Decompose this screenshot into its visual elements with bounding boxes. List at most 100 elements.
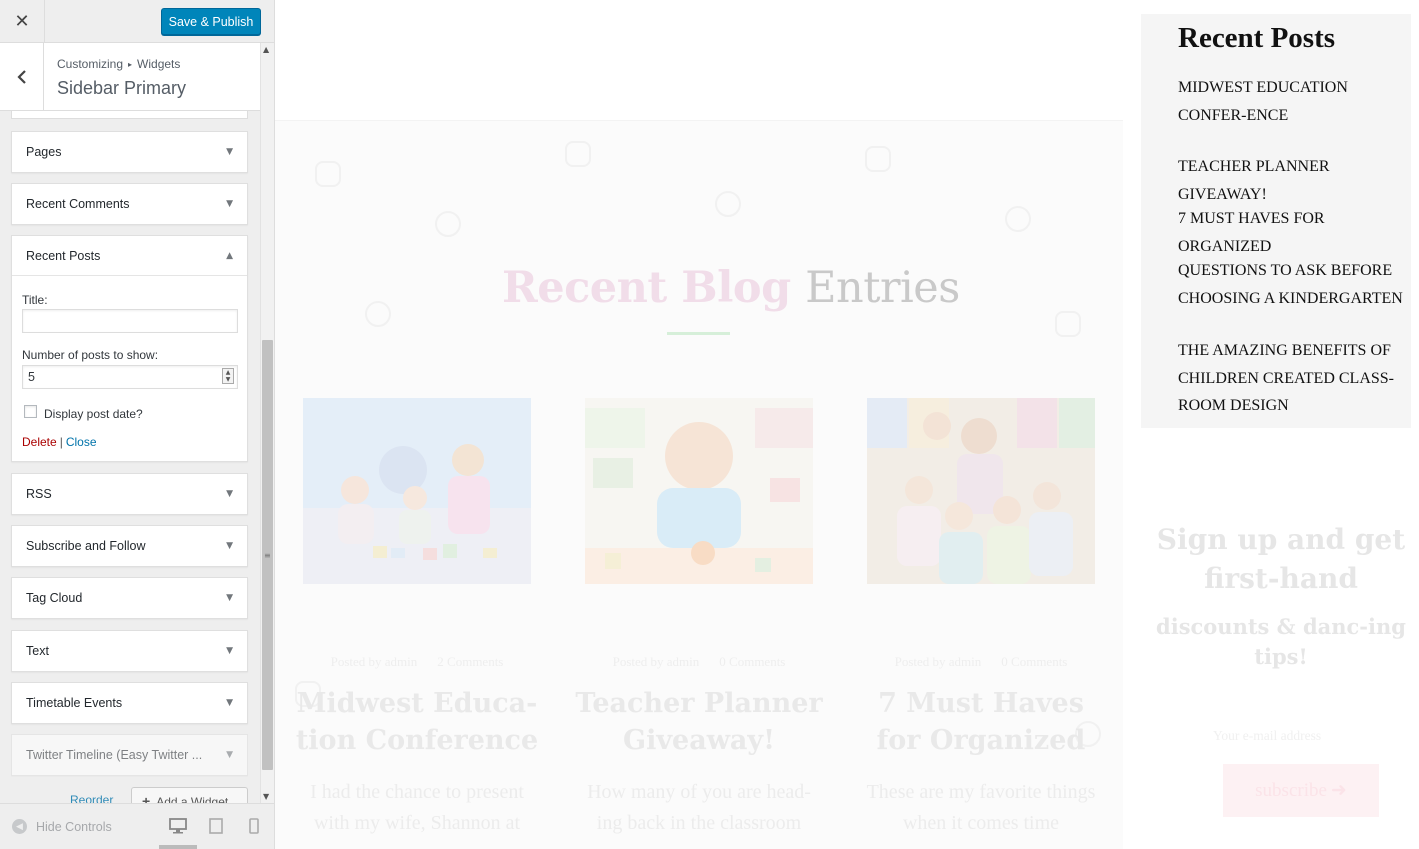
doodle-pattern: [315, 161, 341, 187]
widget-title: Timetable Events: [26, 696, 123, 710]
display-date-label: Display post date?: [44, 407, 143, 421]
recent-post-link[interactable]: QUESTIONS TO ASK BEFORE CHOOSING A KINDE…: [1178, 257, 1418, 312]
widget-control-links: Delete | Close: [22, 435, 97, 449]
post-title[interactable]: Teacher Planner Giveaway!: [575, 685, 823, 759]
post-image-teacher-with-children: [867, 398, 1095, 584]
hide-controls-button[interactable]: ◀ Hide Controls: [12, 819, 112, 834]
expand-arrow-icon[interactable]: ▼: [226, 541, 233, 551]
post-title[interactable]: Midwest Educa-tion Conference: [293, 685, 541, 759]
widget-twitter-timeline[interactable]: Twitter Timeline (Easy Twitter ... ▼: [11, 734, 248, 776]
widget-title: RSS: [26, 487, 52, 501]
recent-post-link[interactable]: 7 MUST HAVES FOR ORGANIZED: [1178, 205, 1418, 260]
title-field[interactable]: [22, 309, 238, 333]
section-title-bar: Customizing ▸ Widgets Sidebar Primary: [0, 43, 260, 111]
doodle-pattern: [1005, 206, 1031, 232]
tablet-preview-button[interactable]: [206, 818, 226, 834]
customizer-panel: ✕ Save & Publish Customizing ▸ Widgets Sid…: [0, 0, 275, 849]
expand-arrow-icon[interactable]: ▼: [226, 489, 233, 499]
widget-list: Pages ▼ Recent Comments ▼ Recent Posts ▲…: [0, 111, 260, 803]
post-title[interactable]: 7 Must Haves for Organized: [857, 685, 1105, 759]
post-meta: Posted by admin 0 Comments: [867, 654, 1095, 670]
mobile-icon: [249, 818, 259, 834]
recent-post-link[interactable]: THE AMAZING BENEFITS OF CHILDREN CREATED…: [1178, 337, 1418, 420]
recent-post-link[interactable]: TEACHER PLANNER GIVEAWAY!: [1178, 153, 1418, 208]
widget-text[interactable]: Text ▼: [11, 630, 248, 672]
signup-subtitle: discounts & danc-ing tips!: [1156, 614, 1406, 669]
blog-post-card[interactable]: Posted by admin 0 Comments 7 Must Haves f…: [867, 398, 1095, 834]
panel-scrollbar[interactable]: ▲ ≡ ▼: [260, 43, 274, 803]
expand-arrow-icon[interactable]: ▼: [226, 147, 233, 157]
post-meta: Posted by admin 2 Comments: [303, 654, 531, 670]
widget-subscribe-follow[interactable]: Subscribe and Follow ▼: [11, 525, 248, 567]
post-excerpt: I had the chance to present with my wife…: [310, 781, 524, 834]
tablet-icon: [209, 818, 223, 834]
post-comments[interactable]: 2 Comments: [437, 654, 503, 669]
display-date-checkbox[interactable]: [24, 405, 37, 418]
post-author[interactable]: Posted by admin: [613, 654, 700, 669]
expand-arrow-icon[interactable]: ▼: [226, 750, 233, 760]
arrow-right-icon: ➜: [1330, 780, 1347, 801]
widget-recent-posts-header[interactable]: Recent Posts ▲: [12, 236, 247, 276]
post-author[interactable]: Posted by admin: [331, 654, 418, 669]
title-field-label: Title:: [22, 293, 48, 307]
expand-arrow-icon[interactable]: ▼: [226, 646, 233, 656]
widget-title: Text: [26, 644, 49, 658]
post-author[interactable]: Posted by admin: [895, 654, 982, 669]
scrollbar-thumb[interactable]: ≡: [262, 340, 273, 770]
expand-arrow-icon[interactable]: ▼: [226, 593, 233, 603]
link-separator: |: [59, 435, 63, 449]
post-thumbnail[interactable]: [867, 398, 1095, 584]
post-meta: Posted by admin 0 Comments: [585, 654, 813, 670]
widget-title: Recent Posts: [26, 249, 101, 263]
post-comments[interactable]: 0 Comments: [1001, 654, 1067, 669]
desktop-preview-button[interactable]: [168, 818, 188, 834]
spinner-arrows-icon[interactable]: ▲ ▼: [222, 368, 234, 384]
scroll-up-arrow-icon[interactable]: ▲: [263, 45, 269, 54]
scroll-grip-icon: ≡: [264, 551, 271, 560]
widget-rss[interactable]: RSS ▼: [11, 473, 248, 515]
post-count-stepper[interactable]: ▲▼: [22, 365, 238, 389]
hide-controls-label: Hide Controls: [36, 819, 112, 834]
post-count-field[interactable]: [22, 365, 238, 389]
post-comments[interactable]: 0 Comments: [719, 654, 785, 669]
blog-section-heading: Recent Blog Entries: [502, 263, 960, 313]
widget-recent-posts: Recent Posts ▲ Title: Number of posts to…: [11, 235, 248, 462]
doodle-pattern: [1055, 311, 1081, 337]
delete-link[interactable]: Delete: [22, 435, 57, 449]
blog-post-card[interactable]: Posted by admin 2 Comments Midwest Educa-…: [296, 398, 538, 834]
widget-timetable-events[interactable]: Timetable Events ▼: [11, 682, 248, 724]
widget-title: Subscribe and Follow: [26, 539, 146, 553]
post-excerpt: How many of you are head-ing back in the…: [587, 781, 811, 834]
widget-pages[interactable]: Pages ▼: [11, 131, 248, 173]
expand-arrow-icon[interactable]: ▼: [226, 199, 233, 209]
collapse-arrow-icon: ◀: [12, 819, 27, 834]
close-link[interactable]: Close: [66, 435, 97, 449]
doodle-pattern: [435, 211, 461, 237]
back-button[interactable]: [0, 43, 44, 110]
signup-email-input[interactable]: Your e-mail address: [1213, 728, 1321, 744]
widget-tag-cloud[interactable]: Tag Cloud ▼: [11, 577, 248, 619]
scroll-down-arrow-icon[interactable]: ▼: [263, 792, 269, 801]
subscribe-button[interactable]: subscribe ➜: [1223, 764, 1379, 817]
post-count-label: Number of posts to show:: [22, 348, 159, 362]
post-thumbnail[interactable]: [303, 398, 531, 584]
widget-recent-comments[interactable]: Recent Comments ▼: [11, 183, 248, 225]
recent-post-link[interactable]: MIDWEST EDUCATION CONFER-ENCE: [1178, 74, 1418, 129]
post-thumbnail[interactable]: [585, 398, 813, 584]
site-preview: Recent Blog Entries Posted by admin 2 Co…: [275, 0, 1419, 849]
recent-posts-widget-preview: Recent Posts MIDWEST EDUCATION CONFER-EN…: [1141, 14, 1411, 428]
breadcrumb-separator: ▸: [128, 60, 133, 69]
widget-recent-posts-form: Title: Number of posts to show: ▲▼ Displ…: [12, 276, 247, 461]
mobile-preview-button[interactable]: [244, 818, 264, 834]
collapse-arrow-icon[interactable]: ▲: [226, 251, 233, 261]
breadcrumb-item-widgets: Widgets: [137, 57, 181, 71]
doodle-pattern: [365, 301, 391, 327]
customizer-footer: ◀ Hide Controls: [0, 803, 274, 849]
widget-actions: Reorder + Add a Widget: [0, 787, 260, 809]
widget-title: Pages: [26, 145, 62, 159]
save-publish-button[interactable]: Save & Publish: [161, 8, 261, 35]
blog-post-card[interactable]: Posted by admin 0 Comments Teacher Planne…: [575, 398, 823, 834]
close-customizer-button[interactable]: ✕: [0, 0, 45, 43]
expand-arrow-icon[interactable]: ▼: [226, 698, 233, 708]
widget-title: Twitter Timeline (Easy Twitter ...: [26, 748, 203, 762]
